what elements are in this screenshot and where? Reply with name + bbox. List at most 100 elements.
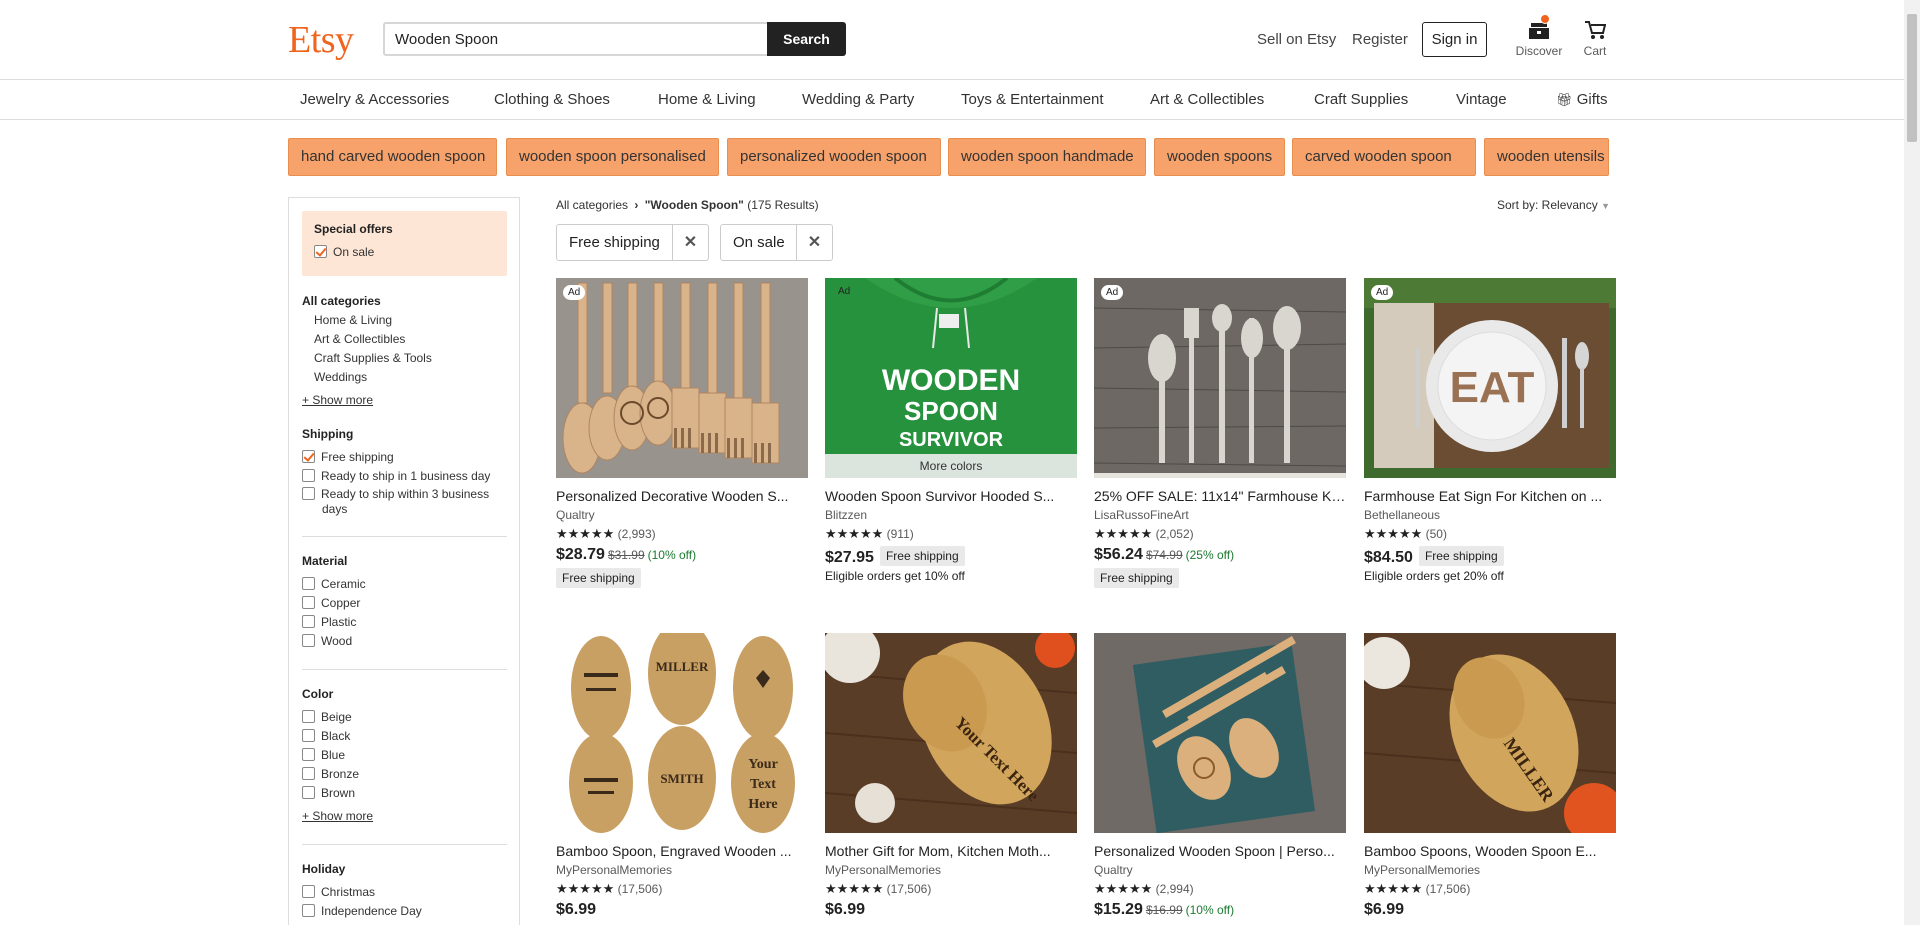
- product-title[interactable]: 25% OFF SALE: 11x14" Farmhouse Ki...: [1094, 488, 1346, 504]
- product-title[interactable]: Mother Gift for Mom, Kitchen Moth...: [825, 843, 1077, 859]
- checkbox[interactable]: [302, 710, 315, 723]
- product-title[interactable]: Bamboo Spoon, Engraved Wooden ...: [556, 843, 808, 859]
- tag-personalised[interactable]: wooden spoon personalised: [506, 138, 719, 176]
- on-sale-checkbox[interactable]: On sale: [314, 245, 374, 259]
- product-image[interactable]: EAT Ad: [1364, 278, 1616, 478]
- nav-home-living[interactable]: Home & Living: [658, 91, 756, 108]
- sell-on-etsy-link[interactable]: Sell on Etsy: [1257, 31, 1336, 48]
- product-title[interactable]: Personalized Wooden Spoon | Perso...: [1094, 843, 1346, 859]
- color-brown[interactable]: Brown: [302, 786, 355, 800]
- product-title[interactable]: Bamboo Spoons, Wooden Spoon E...: [1364, 843, 1616, 859]
- checkbox[interactable]: [302, 596, 315, 609]
- ready-3-day-checkbox[interactable]: Ready to ship within 3 business: [302, 487, 489, 501]
- tag-utensils[interactable]: wooden utensils: [1484, 138, 1609, 176]
- all-categories-link[interactable]: All categories: [302, 294, 381, 308]
- hoodie-image: WOODEN SPOON SURVIVOR: [825, 278, 1077, 478]
- color-label: Blue: [321, 748, 346, 762]
- nav-art[interactable]: Art & Collectibles: [1150, 91, 1264, 108]
- hoodie-text-1: WOODEN: [882, 364, 1020, 397]
- product-card[interactable]: Your Text Here Mother Gift for Mom, Kitc…: [825, 633, 1077, 919]
- nav-wedding[interactable]: Wedding & Party: [802, 91, 914, 108]
- remove-filter-icon[interactable]: ✕: [796, 225, 832, 260]
- cart-button[interactable]: Cart: [1578, 20, 1612, 58]
- nav-gifts[interactable]: 🎁︎ Gifts: [1556, 91, 1608, 108]
- product-card[interactable]: WOODEN SPOON SURVIVOR Ad More colors Woo…: [825, 278, 1077, 583]
- checkbox[interactable]: [302, 634, 315, 647]
- more-colors-label[interactable]: More colors: [825, 454, 1077, 478]
- shop-name: MyPersonalMemories: [1364, 863, 1481, 877]
- page-scrollbar[interactable]: [1904, 0, 1920, 925]
- shop-name: Bethellaneous: [1364, 508, 1441, 522]
- sort-dropdown[interactable]: Sort by: Relevancy ▼: [1497, 198, 1610, 212]
- breadcrumb-all-categories[interactable]: All categories: [556, 198, 628, 212]
- checkbox[interactable]: [302, 748, 315, 761]
- show-more-categories[interactable]: + Show more: [302, 393, 373, 407]
- scrollbar-thumb[interactable]: [1907, 14, 1917, 142]
- discover-button[interactable]: Discover: [1513, 14, 1565, 58]
- star-rating-icon: ★★★★★: [1094, 881, 1153, 896]
- ready-3-day-label-wrap: days: [322, 502, 348, 516]
- material-copper[interactable]: Copper: [302, 596, 360, 610]
- etsy-logo[interactable]: Etsy: [288, 18, 354, 62]
- product-title[interactable]: Personalized Decorative Wooden S...: [556, 488, 808, 504]
- product-card[interactable]: MILLER Bamboo Spoons, Wooden Spoon E... …: [1364, 633, 1616, 919]
- color-black[interactable]: Black: [302, 729, 350, 743]
- color-bronze[interactable]: Bronze: [302, 767, 359, 781]
- search-input[interactable]: [383, 22, 768, 56]
- checkbox-checked[interactable]: [314, 245, 327, 258]
- register-link[interactable]: Register: [1352, 31, 1408, 48]
- holiday-independence[interactable]: Independence Day: [302, 904, 422, 918]
- product-title[interactable]: Farmhouse Eat Sign For Kitchen on ...: [1364, 488, 1616, 504]
- tag-carved[interactable]: carved wooden spoon: [1292, 138, 1476, 176]
- checkbox[interactable]: [302, 904, 315, 917]
- product-card[interactable]: Ad 25% OFF SALE: 11x14" Farmhouse Ki... …: [1094, 278, 1346, 588]
- category-craft[interactable]: Craft Supplies & Tools: [314, 351, 432, 365]
- nav-toys[interactable]: Toys & Entertainment: [961, 91, 1104, 108]
- category-weddings[interactable]: Weddings: [314, 370, 367, 384]
- product-image[interactable]: Ad: [556, 278, 808, 478]
- show-more-colors[interactable]: + Show more: [302, 809, 373, 823]
- product-image[interactable]: MILLER SMITH Your Text Here: [556, 633, 808, 833]
- product-image[interactable]: MILLER: [1364, 633, 1616, 833]
- material-wood[interactable]: Wood: [302, 634, 352, 648]
- remove-filter-icon[interactable]: ✕: [672, 225, 708, 260]
- product-title[interactable]: Wooden Spoon Survivor Hooded S...: [825, 488, 1077, 504]
- color-beige[interactable]: Beige: [302, 710, 352, 724]
- tag-handmade[interactable]: wooden spoon handmade: [948, 138, 1146, 176]
- product-image[interactable]: [1094, 633, 1346, 833]
- checkbox[interactable]: [302, 767, 315, 780]
- nav-vintage[interactable]: Vintage: [1456, 91, 1507, 108]
- checkbox[interactable]: [302, 469, 315, 482]
- tag-hand-carved[interactable]: hand carved wooden spoon: [288, 138, 497, 176]
- product-card[interactable]: Ad Personalized Decorative Wooden S... Q…: [556, 278, 808, 588]
- product-image[interactable]: Ad: [1094, 278, 1346, 478]
- tag-wooden-spoons[interactable]: wooden spoons: [1154, 138, 1285, 176]
- color-blue[interactable]: Blue: [302, 748, 345, 762]
- checkbox[interactable]: [302, 577, 315, 590]
- checkbox[interactable]: [302, 786, 315, 799]
- checkbox[interactable]: [302, 487, 315, 500]
- checkbox[interactable]: [302, 729, 315, 742]
- material-ceramic[interactable]: Ceramic: [302, 577, 366, 591]
- sign-in-button[interactable]: Sign in: [1422, 22, 1487, 57]
- product-card[interactable]: Personalized Wooden Spoon | Perso... Qua…: [1094, 633, 1346, 919]
- product-card[interactable]: EAT Ad Farmhouse Eat Sign For Kitchen on…: [1364, 278, 1616, 583]
- nav-clothing[interactable]: Clothing & Shoes: [494, 91, 610, 108]
- product-image[interactable]: Your Text Here: [825, 633, 1077, 833]
- category-art[interactable]: Art & Collectibles: [314, 332, 405, 346]
- shipping-heading: Shipping: [302, 427, 354, 441]
- material-plastic[interactable]: Plastic: [302, 615, 356, 629]
- tag-personalized[interactable]: personalized wooden spoon: [727, 138, 941, 176]
- free-shipping-checkbox[interactable]: Free shipping: [302, 450, 394, 464]
- product-card[interactable]: MILLER SMITH Your Text Here Bamboo Spoon…: [556, 633, 808, 919]
- category-home-living[interactable]: Home & Living: [314, 313, 392, 327]
- holiday-christmas[interactable]: Christmas: [302, 885, 375, 899]
- product-image[interactable]: WOODEN SPOON SURVIVOR Ad More colors: [825, 278, 1077, 478]
- checkbox[interactable]: [302, 615, 315, 628]
- nav-craft[interactable]: Craft Supplies: [1314, 91, 1408, 108]
- checkbox[interactable]: [302, 885, 315, 898]
- nav-jewelry[interactable]: Jewelry & Accessories: [300, 91, 449, 108]
- ready-1-day-checkbox[interactable]: Ready to ship in 1 business day: [302, 469, 490, 483]
- checkbox-checked[interactable]: [302, 450, 315, 463]
- search-button[interactable]: Search: [767, 22, 846, 56]
